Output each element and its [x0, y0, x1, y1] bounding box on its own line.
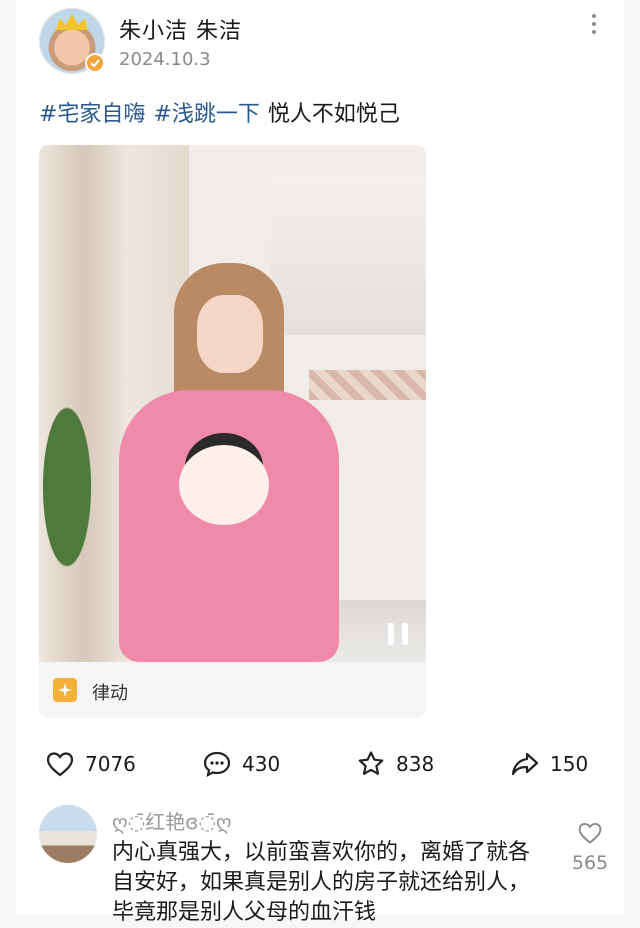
post-caption: 悦人不如悦己 — [267, 102, 400, 127]
like-button[interactable]: 7076 — [45, 747, 136, 781]
post-text: #宅家自嗨 #浅跳一下 悦人不如悦己 — [39, 96, 400, 128]
verified-badge-icon — [85, 53, 105, 73]
comment-count: 430 — [242, 752, 281, 776]
comment-like-count: 565 — [571, 852, 609, 874]
comment-bubble-icon — [203, 751, 231, 778]
video-frame-person-face — [197, 295, 263, 373]
commenter-avatar[interactable] — [39, 805, 97, 863]
share-button[interactable]: 150 — [510, 747, 588, 781]
video-frame-mickey-print — [179, 445, 269, 525]
more-options-icon[interactable] — [584, 10, 604, 40]
sparkle-icon — [53, 678, 77, 702]
share-arrow-icon — [511, 752, 539, 776]
share-count: 150 — [550, 752, 589, 776]
favorite-button[interactable]: 838 — [356, 747, 434, 781]
video-player[interactable] — [39, 145, 426, 662]
video-frame-person-body — [119, 390, 339, 662]
music-label: 律动 — [92, 683, 128, 704]
author-name[interactable]: 朱小洁 朱洁 — [119, 13, 242, 45]
commenter-name[interactable]: ღ◌̄红艳ɞ◌̄ღ — [112, 806, 232, 835]
video-frame-tiles — [309, 370, 426, 400]
heart-icon — [578, 822, 602, 844]
hashtag-link[interactable]: #宅家自嗨 — [39, 102, 145, 127]
comment-button[interactable]: 430 — [202, 747, 280, 781]
like-count: 7076 — [85, 752, 136, 776]
favorite-count: 838 — [396, 752, 435, 776]
star-icon — [358, 751, 384, 775]
pause-icon[interactable] — [388, 623, 408, 645]
video-frame-cabinet — [271, 175, 426, 335]
heart-icon — [46, 752, 74, 777]
comment-like-button[interactable]: 565 — [570, 820, 610, 874]
music-bar[interactable]: 律动 — [39, 662, 426, 718]
post-card: 朱小洁 朱洁 2024.10.3 #宅家自嗨 #浅跳一下 悦人不如悦己 律动 707… — [16, 0, 624, 925]
hashtag-link[interactable]: #浅跳一下 — [153, 102, 259, 127]
post-date: 2024.10.3 — [119, 49, 211, 70]
crown-icon — [56, 14, 88, 30]
video-frame-plant — [39, 395, 109, 625]
